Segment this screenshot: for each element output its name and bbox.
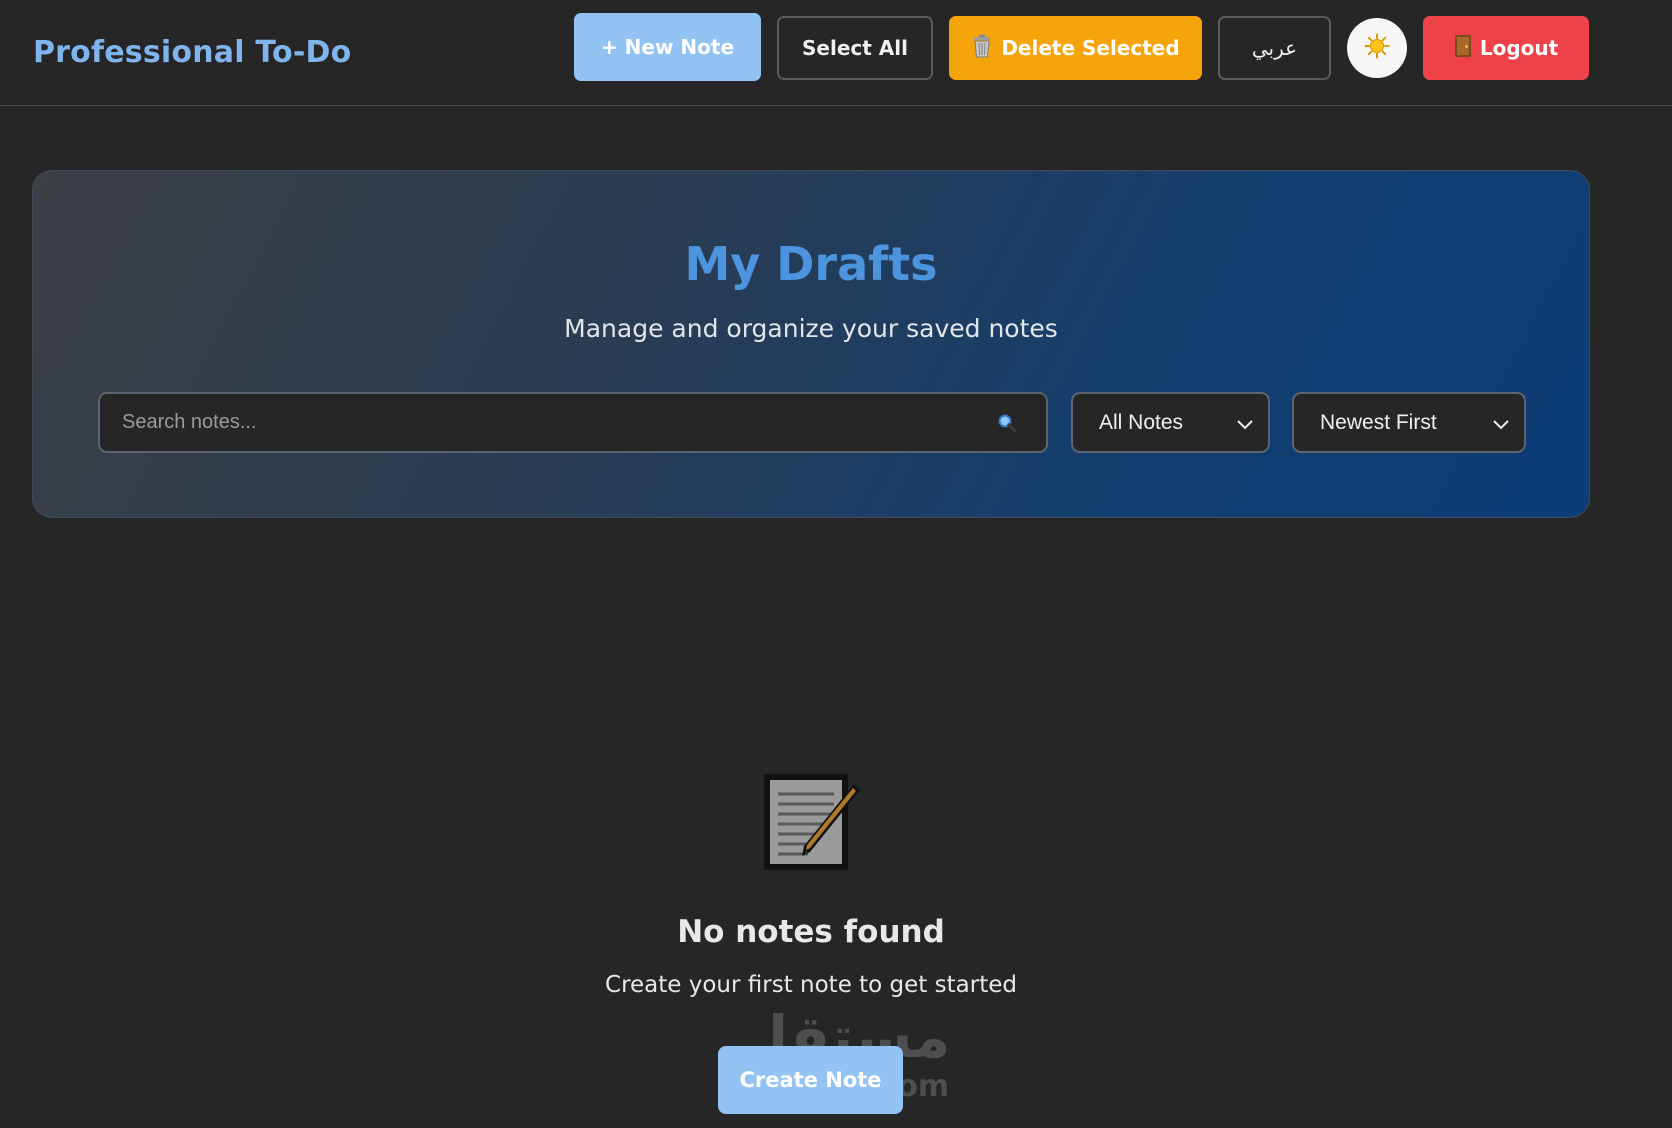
memo-icon bbox=[758, 770, 862, 874]
language-toggle-button[interactable]: عربي bbox=[1218, 16, 1331, 80]
chevron-down-icon bbox=[1493, 420, 1509, 430]
sun-icon bbox=[1364, 33, 1390, 64]
delete-selected-label: Delete Selected bbox=[1001, 36, 1180, 60]
new-note-button[interactable]: + New Note bbox=[574, 13, 761, 81]
notes-sort-select[interactable]: Newest First bbox=[1292, 392, 1526, 453]
app-root: Professional To-Do + New Note Select All… bbox=[0, 0, 1672, 1128]
door-icon bbox=[1454, 34, 1472, 63]
page-subtitle: Manage and organize your saved notes bbox=[564, 314, 1058, 343]
notes-filter-select[interactable]: All Notes bbox=[1071, 392, 1270, 453]
trash-icon bbox=[971, 34, 993, 63]
delete-selected-button[interactable]: Delete Selected bbox=[949, 16, 1202, 80]
chevron-down-icon bbox=[1237, 420, 1253, 430]
brand-title: Professional To-Do bbox=[33, 35, 352, 70]
theme-toggle-button[interactable] bbox=[1347, 18, 1407, 78]
select-all-button[interactable]: Select All bbox=[777, 16, 933, 80]
create-note-button[interactable]: Create Note bbox=[718, 1046, 903, 1114]
page-title: My Drafts bbox=[684, 237, 938, 291]
logout-button[interactable]: Logout bbox=[1423, 16, 1589, 80]
search-input[interactable] bbox=[100, 394, 996, 451]
drafts-hero-card: My Drafts Manage and organize your saved… bbox=[32, 170, 1590, 518]
empty-state-title: No notes found bbox=[677, 914, 945, 950]
sort-selected-value: Newest First bbox=[1320, 410, 1437, 434]
search-box bbox=[98, 392, 1048, 453]
filter-selected-value: All Notes bbox=[1099, 410, 1184, 434]
empty-state-text: Create your first note to get started bbox=[605, 972, 1017, 998]
logout-label: Logout bbox=[1479, 36, 1559, 60]
header-actions: + New Note Select All Delete Selected عر… bbox=[574, 13, 1589, 81]
search-icon[interactable] bbox=[996, 412, 1018, 434]
top-navbar: Professional To-Do + New Note Select All… bbox=[0, 0, 1672, 106]
